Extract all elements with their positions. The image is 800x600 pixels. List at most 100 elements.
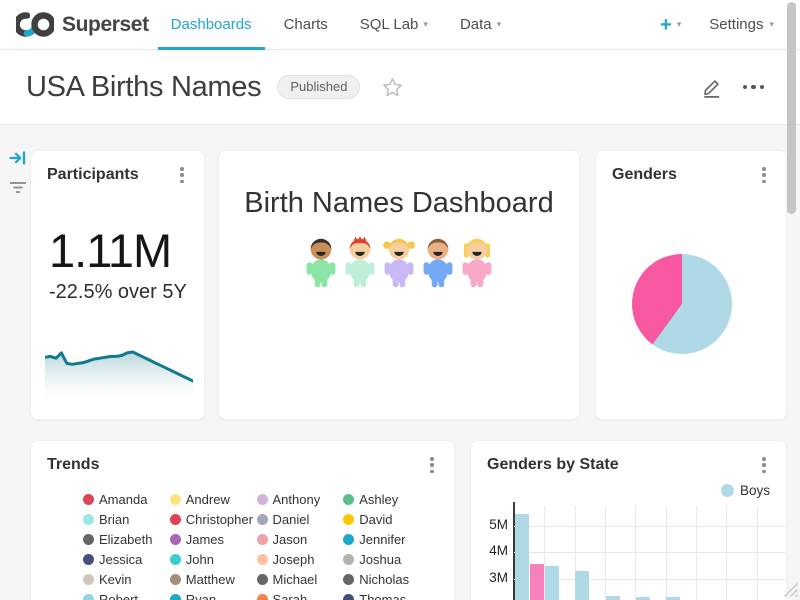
gridline [514, 552, 785, 553]
legend-item[interactable]: Christopher [170, 509, 257, 529]
legend-item[interactable]: Michael [257, 569, 344, 589]
nav-item-label: Data [460, 16, 492, 33]
ellipsis-menu-icon[interactable] [741, 81, 767, 94]
legend-label: Jennifer [359, 532, 405, 547]
favorite-star-icon[interactable] [382, 77, 403, 98]
genders-pie-chart[interactable] [632, 254, 732, 354]
legend-dot [83, 514, 94, 525]
nav-item-dashboards[interactable]: Dashboards [155, 0, 268, 49]
legend-dot [257, 514, 268, 525]
legend-item[interactable]: Ryan [170, 589, 257, 600]
legend-item[interactable]: Matthew [170, 569, 257, 589]
legend-label: Joseph [273, 552, 315, 567]
legend-item[interactable]: Amanda [83, 489, 170, 509]
nav-item-charts[interactable]: Charts [268, 0, 344, 49]
legend-dot [343, 514, 354, 525]
trends-legend: AmandaAndrewAnthonyAshley Brian Christophe… [83, 489, 430, 600]
legend-label: Sarah [273, 592, 308, 600]
card-markdown: Birth Names Dashboard [218, 150, 580, 420]
settings-label: Settings [709, 16, 763, 33]
y-axis-tick: 5M [472, 517, 508, 532]
legend-dot [257, 554, 268, 565]
card-title: Genders [612, 166, 677, 184]
legend-label: Daniel [273, 512, 310, 527]
bar-boys[interactable] [575, 571, 589, 600]
legend-item[interactable]: James [170, 529, 257, 549]
scrollbar[interactable] [787, 2, 796, 214]
legend-item[interactable]: John [170, 549, 257, 569]
legend-item[interactable]: Jennifer [343, 529, 430, 549]
kebab-menu-icon[interactable] [174, 165, 190, 185]
filter-bar-collapsed [7, 149, 29, 196]
filter-lines-icon[interactable] [9, 180, 27, 196]
legend-dot [83, 494, 94, 505]
legend-item[interactable]: Robert [83, 589, 170, 600]
legend-dot [257, 574, 268, 585]
gridline [605, 506, 606, 600]
legend-item[interactable]: David [343, 509, 430, 529]
legend-item[interactable]: Ashley [343, 489, 430, 509]
y-axis-tick: 3M [472, 570, 508, 585]
legend-dot [343, 594, 354, 600]
kebab-menu-icon[interactable] [756, 455, 772, 475]
new-button[interactable]: + ▾ [660, 15, 681, 35]
dashboard-header: USA Births Names Published [0, 50, 800, 125]
superset-app: Superset Dashboards Charts SQL Lab▾Data▾ +… [0, 0, 800, 600]
legend-dot [343, 494, 354, 505]
bar-boys[interactable] [515, 514, 529, 600]
legend-dot [83, 594, 94, 600]
legend-dot [170, 514, 181, 525]
superset-logo-icon [16, 11, 54, 38]
legend-label: Nicholas [359, 572, 409, 587]
legend-label: Michael [273, 572, 318, 587]
kebab-menu-icon[interactable] [756, 165, 772, 185]
legend-item[interactable]: Brian [83, 509, 170, 529]
legend-item[interactable]: Joseph [257, 549, 344, 569]
legend-item[interactable]: Boys [721, 483, 770, 498]
card-participants: Participants 1.11M -22.5% over 5Y [30, 150, 205, 420]
legend-dot [83, 574, 94, 585]
edit-icon[interactable] [701, 76, 723, 98]
nav-item-data[interactable]: Data▾ [444, 0, 517, 49]
nav-item-sql-lab[interactable]: SQL Lab▾ [344, 0, 444, 49]
expand-filter-bar-icon[interactable] [9, 149, 27, 167]
legend-item[interactable]: Thomas [343, 589, 430, 600]
settings-menu[interactable]: Settings ▾ [709, 16, 774, 33]
plus-icon: + [660, 15, 672, 35]
legend-label: Robert [99, 592, 138, 600]
resize-handle-icon[interactable] [781, 580, 799, 598]
card-trends: Trends AmandaAndrewAnthonyAshleyBrianChr… [30, 440, 455, 600]
legend-dot [257, 494, 268, 505]
card-title: Participants [47, 166, 139, 184]
navbar: Superset Dashboards Charts SQL Lab▾Data▾ +… [0, 0, 800, 50]
legend-item[interactable]: Elizabeth [83, 529, 170, 549]
card-genders-by-state: Genders by State Boys 5M4M3M [470, 440, 787, 600]
big-number: 1.11M [49, 223, 171, 278]
bar-boys[interactable] [636, 597, 650, 600]
legend-label: Thomas [359, 592, 406, 600]
legend-item[interactable]: Joshua [343, 549, 430, 569]
legend-item[interactable]: Jessica [83, 549, 170, 569]
legend-item[interactable]: Sarah [257, 589, 344, 600]
bar-girls[interactable] [530, 564, 544, 600]
legend-item[interactable]: Jason [257, 529, 344, 549]
legend-label: Jessica [99, 552, 142, 567]
bar-boys[interactable] [545, 566, 559, 600]
babies-illustration [219, 235, 579, 293]
legend-item[interactable]: Kevin [83, 569, 170, 589]
card-genders: Genders [595, 150, 787, 420]
brand[interactable]: Superset [16, 0, 149, 49]
legend-item[interactable]: Anthony [257, 489, 344, 509]
legend-label: Brian [99, 512, 129, 527]
header-actions [701, 76, 775, 98]
legend-dot [257, 534, 268, 545]
kebab-menu-icon[interactable] [424, 455, 440, 475]
legend-item[interactable]: Nicholas [343, 569, 430, 589]
legend-item[interactable]: Daniel [257, 509, 344, 529]
legend-item[interactable]: Andrew [170, 489, 257, 509]
baby-emoji [342, 235, 378, 293]
nav-item-label: Charts [284, 16, 328, 33]
baby-emoji [459, 235, 495, 293]
legend-dot [83, 534, 94, 545]
bar-boys[interactable] [606, 596, 620, 600]
